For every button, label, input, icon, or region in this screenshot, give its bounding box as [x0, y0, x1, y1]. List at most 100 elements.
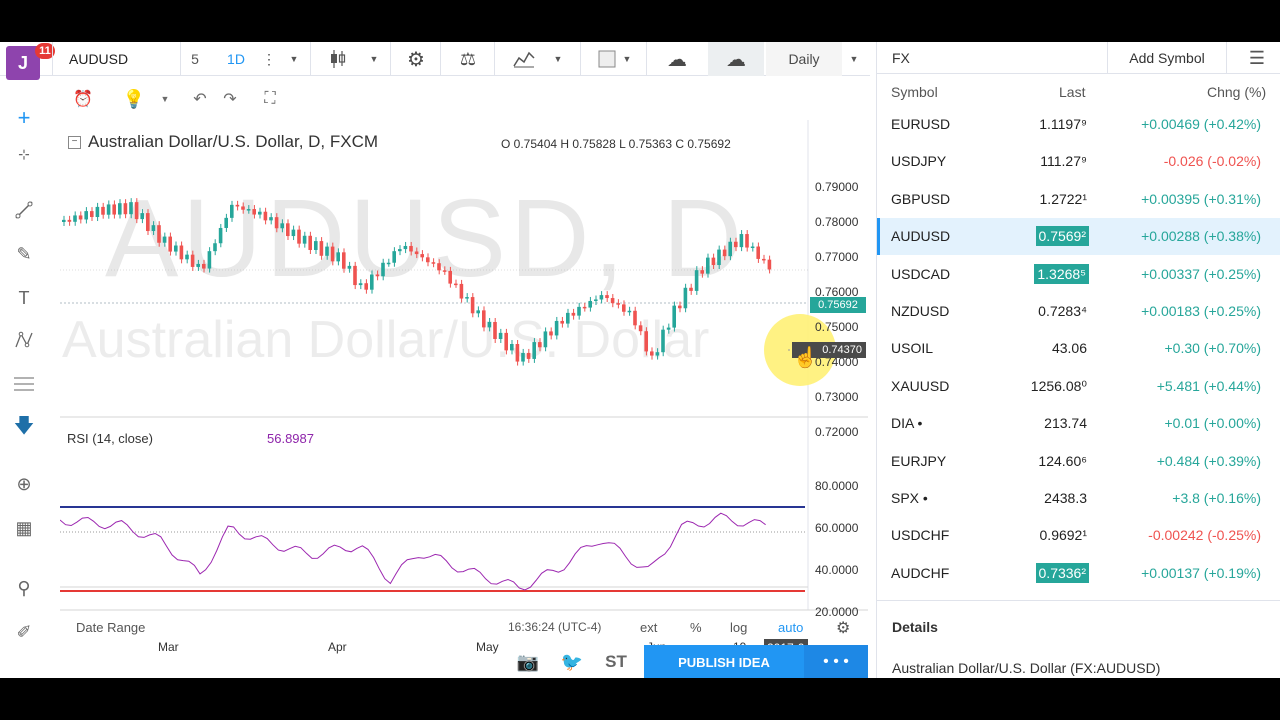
watchlist-row[interactable]: XAUUSD 1256.08⁰ +5.481 (+0.44%) — [877, 368, 1280, 405]
watchlist-row[interactable]: GBPUSD 1.2722¹ +0.00395 (+0.31%) — [877, 181, 1280, 218]
candle-body — [258, 211, 262, 215]
more-vertical-icon[interactable]: ⋮ — [258, 42, 280, 76]
watchlist-row[interactable]: USDCHF 0.9692¹ -0.00242 (-0.25%) — [877, 517, 1280, 554]
watchlist-row[interactable]: NZDUSD 0.7283⁴ +0.00183 (+0.25%) — [877, 293, 1280, 330]
candle-body — [515, 344, 520, 362]
price-tick-label: 0.77000 — [815, 250, 859, 264]
price-chart[interactable] — [60, 120, 868, 640]
gear-icon[interactable]: ⚙ — [400, 42, 432, 76]
watchlist-row[interactable]: SPX • 2438.3 +3.8 (+0.16%) — [877, 480, 1280, 517]
camera-icon[interactable]: 📷 — [514, 650, 542, 674]
cursor-cross-icon[interactable]: ⊹ — [8, 138, 40, 170]
candle-body — [358, 283, 363, 286]
text-icon[interactable]: T — [8, 282, 40, 314]
candle-body — [722, 249, 727, 257]
candle-body — [672, 305, 676, 328]
candle-body — [605, 295, 609, 299]
chevron-down-icon[interactable]: ▼ — [618, 42, 636, 76]
watchlist-row[interactable]: EURJPY 124.60⁶ +0.484 (+0.39%) — [877, 443, 1280, 480]
gear-icon[interactable]: ⚙ — [836, 618, 850, 638]
row-change: +0.00469 (+0.42%) — [1141, 116, 1261, 132]
watchlist-row[interactable]: USDJPY 111.27⁹ -0.026 (-0.02%) — [877, 143, 1280, 180]
daily-interval-button[interactable]: Daily — [766, 42, 842, 76]
column-header-change[interactable]: Chng (%) — [1207, 84, 1266, 100]
candle-body — [146, 213, 150, 232]
column-header-symbol[interactable]: Symbol — [891, 84, 938, 100]
cloud-download-icon[interactable]: ☁ — [658, 42, 696, 76]
arrow-down-icon[interactable]: 🡇 — [8, 412, 40, 444]
row-change: +0.484 (+0.39%) — [1156, 452, 1261, 469]
more-options-button[interactable]: • • • — [804, 645, 868, 678]
candle-body — [302, 235, 307, 244]
pattern-icon[interactable] — [8, 324, 40, 356]
lock-pencil-icon[interactable]: ✐ — [8, 616, 40, 648]
watchlist-row[interactable]: EURUSD 1.1197⁹ +0.00469 (+0.42%) — [877, 106, 1280, 143]
undo-icon[interactable]: ↶ — [188, 86, 212, 112]
candle-body — [426, 257, 430, 263]
top-toolbar: J 11 AUDUSD 5 1D ⋮ ▼ ▼ ⚙ ⚖ ▼ ▼ ☁ ☁ Daily… — [0, 42, 870, 80]
cloud-upload-icon[interactable]: ☁ — [708, 42, 764, 76]
date-range-button[interactable]: Date Range — [76, 620, 145, 635]
chart-pane[interactable]: AUDUSD, D Australian Dollar/U.S. Dollar … — [60, 120, 868, 657]
watchlist-row[interactable]: AUDUSD 0.7569² +0.00288 (+0.38%) — [877, 218, 1280, 256]
watchlist-row[interactable]: USDCAD 1.3268⁵ +0.00337 (+0.25%) — [877, 256, 1280, 293]
brush-icon[interactable]: ✎ — [8, 238, 40, 270]
rsi-line — [60, 512, 766, 591]
zoom-in-icon[interactable]: ⊕ — [8, 468, 40, 500]
watchlist-row[interactable]: DIA • 213.74 +0.01 (+0.00%) — [877, 405, 1280, 442]
interval-1d-button[interactable]: 1D — [216, 42, 256, 76]
fib-retracement-icon[interactable] — [8, 368, 40, 400]
percent-toggle[interactable]: % — [690, 620, 702, 635]
trendline-icon[interactable] — [8, 194, 40, 226]
chart-title: Australian Dollar/U.S. Dollar, D, FXCM — [88, 132, 379, 151]
menu-icon[interactable]: ☰ — [1237, 42, 1277, 74]
candle-body — [566, 312, 570, 324]
candle-body — [342, 252, 346, 269]
candle-body — [538, 342, 542, 348]
candle-body — [756, 246, 760, 259]
crosshair-icon[interactable]: + — [8, 102, 40, 134]
alert-icon[interactable]: ⏰ — [70, 86, 96, 112]
magnet-icon[interactable]: ⚲ — [8, 572, 40, 604]
redo-icon[interactable]: ↷ — [218, 86, 242, 112]
stocktwits-icon[interactable]: ST — [602, 650, 630, 674]
compare-icon[interactable]: ⚖ — [452, 42, 484, 76]
interval-5-button[interactable]: 5 — [180, 42, 210, 76]
divider — [877, 600, 1280, 601]
chevron-down-icon[interactable]: ▼ — [844, 42, 864, 76]
log-toggle[interactable]: log — [730, 620, 747, 635]
chevron-down-icon[interactable]: ▼ — [156, 86, 174, 112]
candle-body — [263, 211, 268, 221]
publish-idea-button[interactable]: PUBLISH IDEA • • • — [644, 645, 868, 678]
chevron-down-icon[interactable]: ▼ — [548, 42, 568, 76]
details-header[interactable]: Details — [892, 619, 938, 635]
candle-body — [353, 265, 357, 286]
symbol-search-input[interactable]: AUDUSD — [60, 42, 180, 76]
candle-body — [347, 265, 352, 269]
candlestick-icon[interactable] — [322, 42, 354, 76]
candle-body — [67, 219, 72, 222]
fullscreen-icon[interactable]: ⛶ — [256, 86, 284, 112]
user-avatar[interactable]: J 11 — [6, 43, 55, 80]
row-change: +0.00337 (+0.25%) — [1141, 265, 1261, 282]
watchlist-row[interactable]: USOIL 43.06 +0.30 (+0.70%) — [877, 330, 1280, 367]
lightbulb-icon[interactable]: 💡 — [121, 86, 147, 112]
candle-body — [134, 202, 139, 220]
twitter-icon[interactable]: 🐦 — [558, 650, 586, 674]
auto-toggle[interactable]: auto — [778, 620, 803, 635]
ext-toggle[interactable]: ext — [640, 620, 657, 635]
watchlist-row[interactable]: AUDCHF 0.7336² +0.00137 (+0.19%) — [877, 555, 1280, 592]
row-change: +5.481 (+0.44%) — [1156, 377, 1261, 394]
row-change: +0.00395 (+0.31%) — [1141, 190, 1261, 207]
watchlist-name[interactable]: FX — [892, 50, 910, 66]
indicators-icon[interactable] — [508, 42, 540, 76]
column-header-last[interactable]: Last — [1059, 84, 1085, 100]
candle-body — [235, 204, 240, 207]
collapse-legend-icon[interactable]: − — [68, 136, 81, 149]
candle-body — [392, 251, 396, 263]
measure-icon[interactable]: ▦ — [8, 512, 40, 544]
add-symbol-button[interactable]: Add Symbol — [1107, 42, 1227, 74]
chevron-down-icon[interactable]: ▼ — [364, 42, 384, 76]
templates-icon[interactable] — [594, 42, 620, 76]
chevron-down-icon[interactable]: ▼ — [284, 42, 304, 76]
